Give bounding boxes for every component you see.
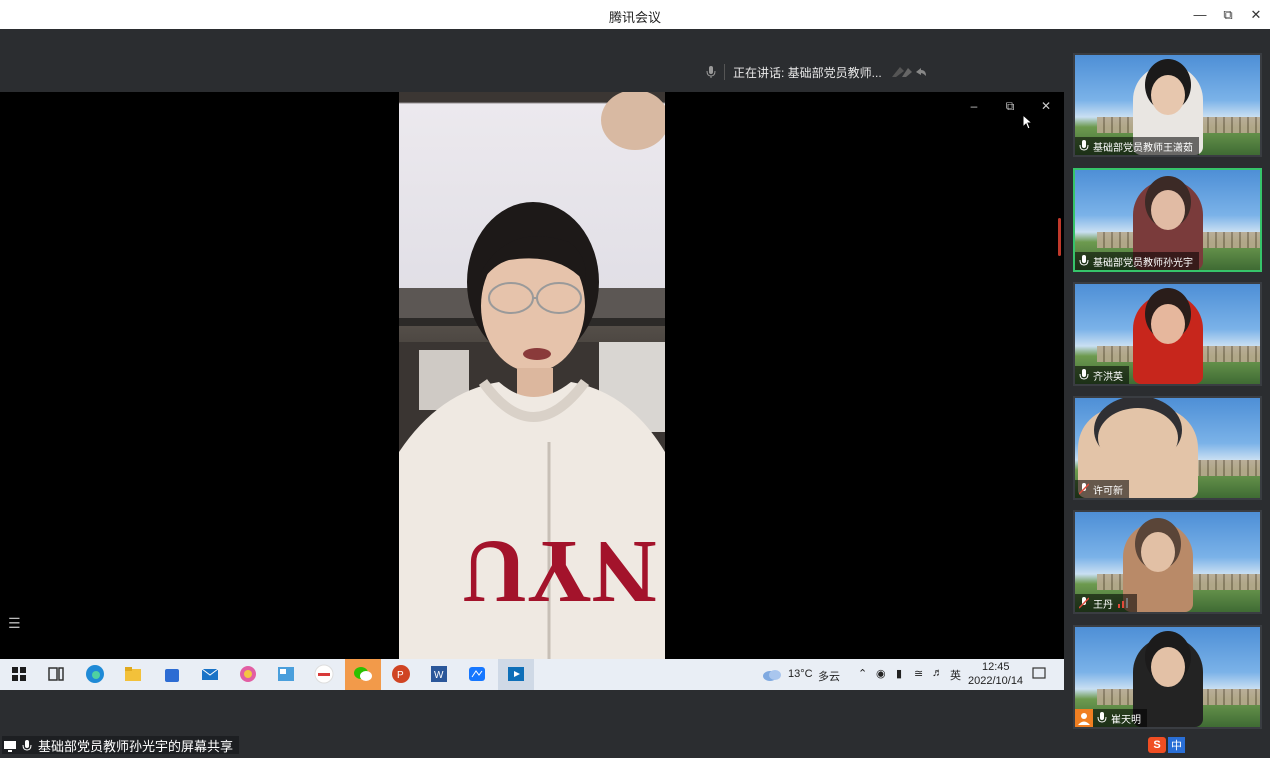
chevron-up-icon[interactable]: ⌃ xyxy=(858,667,867,680)
share-restore-icon[interactable]: ⧉ xyxy=(1002,98,1018,114)
participant-name: 崔天明 xyxy=(1111,714,1141,726)
student-video-image: NYU xyxy=(399,92,665,659)
participant-name-tag: 基础部党员教师孙光宇 xyxy=(1075,252,1199,270)
window-title: 腾讯会议 xyxy=(608,10,661,25)
participant-name: 齐洪英 xyxy=(1093,371,1123,383)
host-avatar-icon xyxy=(1075,709,1093,727)
mic-icon xyxy=(1079,255,1089,266)
ime-mode: 中 xyxy=(1168,737,1185,753)
task-view-icon[interactable] xyxy=(45,663,67,685)
wechat-icon[interactable] xyxy=(352,663,374,685)
participant-name-tag: 崔天明 xyxy=(1075,709,1147,727)
svg-text:W: W xyxy=(434,670,444,681)
mail-icon[interactable] xyxy=(199,663,221,685)
volume-icon[interactable]: ♬ xyxy=(932,667,943,679)
app-icon[interactable] xyxy=(275,663,297,685)
list-icon[interactable]: ☰ xyxy=(8,615,21,632)
participant-head xyxy=(1150,304,1185,344)
shared-video: NYU xyxy=(399,92,665,659)
meeting-app-icon[interactable] xyxy=(466,663,488,685)
screen-share-icon xyxy=(4,740,16,752)
qq-icon[interactable]: ◉ xyxy=(876,667,886,680)
restore-icon[interactable]: ⧉ xyxy=(1218,5,1238,25)
folder-icon[interactable] xyxy=(122,663,144,685)
participant-name-tag: 齐洪英 xyxy=(1075,366,1129,384)
speaking-indicator: 正在讲话: 基础部党员教师... xyxy=(706,64,926,80)
participant-name: 基础部党员教师王潇茹 xyxy=(1093,142,1193,154)
signal-strength-icon xyxy=(1118,598,1128,608)
divider xyxy=(724,64,725,80)
mic-muted-icon xyxy=(1079,597,1089,609)
participant-name: 王丹 xyxy=(1093,599,1113,611)
weather-desc: 多云 xyxy=(818,671,840,683)
participant-tile[interactable]: 许可新 xyxy=(1073,396,1262,500)
screen-share-area[interactable]: – ⧉ ✕ NYU ☰ xyxy=(0,92,1064,689)
mouse-cursor-icon xyxy=(1022,114,1034,130)
store-icon[interactable] xyxy=(161,663,183,685)
sogou-ime-logo: S xyxy=(1148,737,1166,753)
ime-indicator[interactable]: S 中 xyxy=(1148,737,1185,753)
participant-head xyxy=(1097,408,1178,468)
share-minimize-icon[interactable]: – xyxy=(966,98,982,114)
clock-time[interactable]: 12:45 xyxy=(982,661,1010,673)
participant-tile[interactable]: 崔天明 xyxy=(1073,625,1262,729)
participant-name: 基础部党员教师孙光宇 xyxy=(1093,257,1193,269)
participant-head xyxy=(1150,75,1185,115)
wifi-icon[interactable]: ≅ xyxy=(914,667,923,680)
mic-icon xyxy=(22,739,32,751)
volume-level-bar xyxy=(1058,218,1061,256)
participant-video xyxy=(1132,294,1203,384)
participant-name: 许可新 xyxy=(1093,485,1123,497)
reaction-icons[interactable] xyxy=(890,65,926,79)
participant-tile[interactable]: 齐洪英 xyxy=(1073,282,1262,386)
participant-tile[interactable]: 基础部党员教师王潇茹 xyxy=(1073,53,1262,157)
powerpoint-icon[interactable]: P xyxy=(390,663,412,685)
mic-icon xyxy=(706,66,716,78)
title-bar: 腾讯会议 — ⧉ ✕ xyxy=(0,0,1270,29)
shared-taskbar: P W 13°C 多云 ⌃ ◉ ▮ ≅ ♬ 英 12:45 2022/10/14 xyxy=(0,659,1064,690)
meeting-main: 正在讲话: 基础部党员教师... – ⧉ ✕ NYU ☰ P W 13°C 多云… xyxy=(0,29,1064,758)
participant-name-tag: 基础部党员教师王潇茹 xyxy=(1075,137,1199,155)
speaking-text: 正在讲话: 基础部党员教师... xyxy=(733,65,882,80)
minimize-icon[interactable]: — xyxy=(1190,5,1210,25)
mic-icon xyxy=(1097,712,1107,723)
windows-start-icon[interactable] xyxy=(8,663,30,685)
battery-icon[interactable]: ▮ xyxy=(896,667,902,680)
participant-name-tag: 许可新 xyxy=(1075,480,1129,498)
participant-head xyxy=(1150,190,1185,230)
photos-icon[interactable] xyxy=(237,663,259,685)
cloud-icon xyxy=(763,670,781,681)
edge-icon[interactable] xyxy=(84,663,106,685)
weather-temp: 13°C xyxy=(788,668,813,680)
browser-icon[interactable] xyxy=(313,663,335,685)
participant-head xyxy=(1150,647,1185,687)
share-close-icon[interactable]: ✕ xyxy=(1038,98,1054,114)
participant-tile[interactable]: 基础部党员教师孙光宇 xyxy=(1073,168,1262,272)
participant-tile[interactable]: 王丹 xyxy=(1073,510,1262,614)
mic-icon xyxy=(1079,140,1089,151)
mic-icon xyxy=(1079,369,1089,380)
player-icon[interactable] xyxy=(505,663,527,685)
participant-name-tag: 王丹 xyxy=(1075,594,1137,612)
close-icon[interactable]: ✕ xyxy=(1246,5,1266,25)
clock-date[interactable]: 2022/10/14 xyxy=(968,675,1023,687)
word-icon[interactable]: W xyxy=(428,663,450,685)
participant-head xyxy=(1141,532,1176,572)
svg-text:P: P xyxy=(397,670,404,681)
notification-icon[interactable] xyxy=(1032,667,1046,681)
mic-muted-icon xyxy=(1079,483,1089,495)
share-label-text: 基础部党员教师孙光宇的屏幕共享 xyxy=(38,739,234,754)
svg-text:NYU: NYU xyxy=(462,522,657,621)
ime-lang[interactable]: 英 xyxy=(950,667,961,683)
screen-share-label: 基础部党员教师孙光宇的屏幕共享 xyxy=(2,736,240,754)
